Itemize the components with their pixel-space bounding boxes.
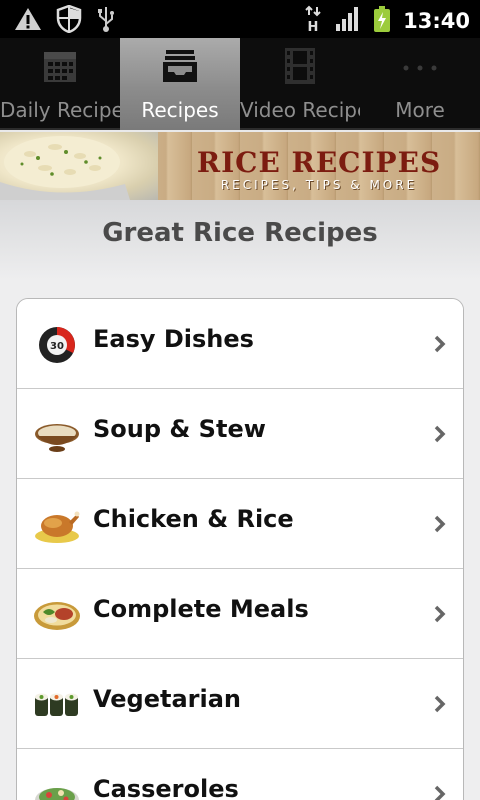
chevron-right-icon: [433, 694, 447, 714]
chevron-right-icon: [433, 424, 447, 444]
category-row-vegetarian[interactable]: Vegetarian: [17, 659, 463, 749]
timer-30-icon: 30: [33, 324, 81, 366]
banner-subtitle: RECIPES, TIPS & MORE: [220, 178, 418, 192]
chevron-right-icon: [433, 604, 447, 624]
more-dots-icon: [400, 46, 440, 86]
status-bar: H 13:40: [0, 0, 480, 38]
category-row-chicken-rice[interactable]: Chicken & Rice: [17, 479, 463, 569]
category-label: Soup & Stew: [93, 415, 266, 443]
svg-text:H: H: [308, 20, 319, 33]
svg-text:30: 30: [50, 341, 64, 352]
meal-plate-icon: [33, 594, 81, 636]
chevron-right-icon: [433, 784, 447, 800]
category-label: Vegetarian: [93, 685, 242, 713]
roast-chicken-icon: [33, 504, 81, 546]
rice-plate-image: [0, 132, 158, 200]
soup-bowl-icon: [33, 414, 81, 456]
tab-recipes[interactable]: Recipes: [120, 38, 240, 130]
tab-bar: Daily Recipes Recipes Video Recipe More: [0, 38, 480, 130]
signal-icon: [335, 6, 361, 36]
tab-label: Video Recipe: [240, 98, 360, 122]
category-row-casseroles[interactable]: Casseroles: [17, 749, 463, 800]
page-title: Great Rice Recipes: [102, 218, 378, 248]
tab-video-recipe[interactable]: Video Recipe: [240, 38, 360, 130]
category-row-easy-dishes[interactable]: 30 Easy Dishes: [17, 299, 463, 389]
category-label: Casseroles: [93, 775, 239, 800]
chevron-right-icon: [433, 334, 447, 354]
tab-daily-recipes[interactable]: Daily Recipes: [0, 38, 120, 130]
tab-label: Daily Recipes: [0, 98, 120, 122]
usb-icon: [96, 5, 116, 37]
tab-more[interactable]: More: [360, 38, 480, 130]
casserole-icon: [33, 774, 81, 800]
status-time: 13:40: [403, 9, 470, 33]
category-label: Complete Meals: [93, 595, 309, 623]
tab-label: Recipes: [141, 98, 219, 122]
category-row-complete-meals[interactable]: Complete Meals: [17, 569, 463, 659]
inbox-tray-icon: [162, 46, 198, 86]
recipes-content: Great Rice Recipes 30 Easy Dishes Soup &…: [0, 200, 480, 800]
category-label: Easy Dishes: [93, 325, 254, 353]
calendar-icon: [43, 46, 77, 86]
category-list: 30 Easy Dishes Soup & Stew Chicken & Ric…: [16, 298, 464, 800]
film-icon: [284, 46, 316, 86]
category-label: Chicken & Rice: [93, 505, 294, 533]
chevron-right-icon: [433, 514, 447, 534]
shield-icon: [56, 4, 82, 37]
category-row-soup-stew[interactable]: Soup & Stew: [17, 389, 463, 479]
warning-icon: [14, 6, 42, 36]
sushi-rolls-icon: [33, 684, 81, 726]
banner-title: RICE RECIPES: [196, 146, 442, 179]
battery-charging-icon: [373, 5, 391, 37]
data-h-icon: H: [303, 5, 323, 37]
rice-recipes-banner: RICE RECIPES RECIPES, TIPS & MORE: [0, 132, 480, 200]
tab-label: More: [395, 98, 445, 122]
